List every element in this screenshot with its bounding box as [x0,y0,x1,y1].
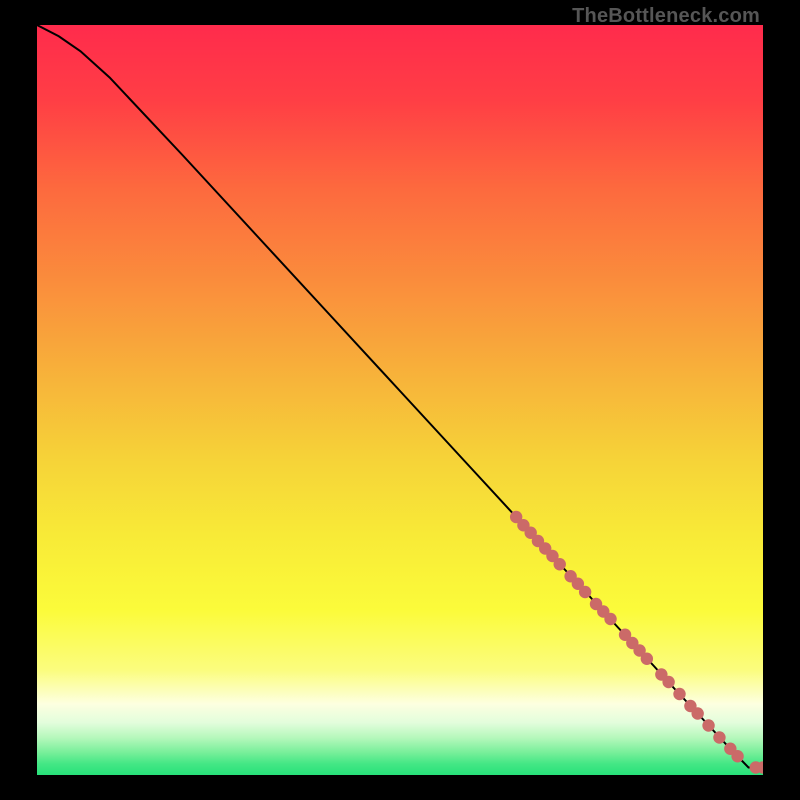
chart-svg [37,25,763,775]
bottleneck-curve [37,25,763,768]
data-point [604,613,616,625]
data-point [662,676,674,688]
data-point [731,750,743,762]
data-point [554,558,566,570]
plot-area [37,25,763,775]
data-point [713,731,725,743]
data-point [702,719,714,731]
data-point [641,653,653,665]
data-point [673,688,685,700]
data-points-group [510,511,763,774]
data-point [691,707,703,719]
chart-stage: TheBottleneck.com [0,0,800,800]
data-point [579,586,591,598]
